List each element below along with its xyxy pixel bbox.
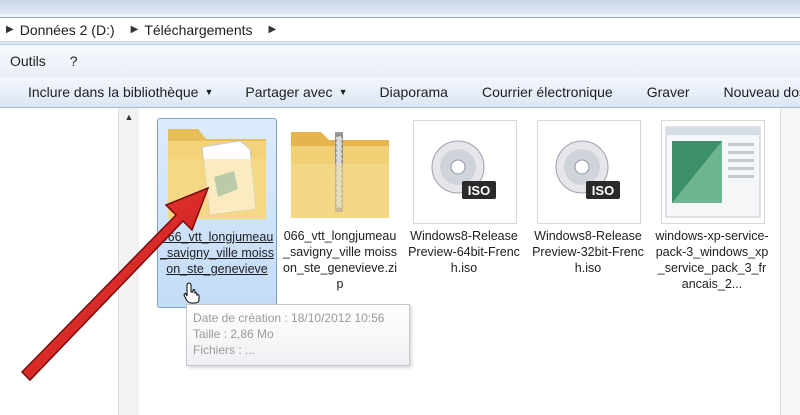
document-thumbnail-icon — [665, 126, 761, 218]
tooltip-size: Taille : 2,86 Mo — [193, 327, 274, 341]
file-name: Windows8-ReleasePreview-32bit-French.iso — [532, 229, 644, 275]
include-in-library-label: Inclure dans la bibliothèque — [28, 84, 199, 100]
address-bar: ▶ Données 2 (D:) ▶ Téléchargements ▶ — [0, 14, 800, 45]
file-list-pane[interactable]: 066_vtt_longjumeau_savigny_ville moisson… — [139, 108, 800, 415]
email-button[interactable]: Courrier électronique — [470, 84, 625, 100]
hand-cursor-icon — [183, 282, 200, 304]
dropdown-arrow-icon: ▼ — [204, 87, 214, 97]
file-item-folder[interactable]: 066_vtt_longjumeau_savigny_ville moisson… — [157, 118, 277, 308]
navigation-pane[interactable] — [0, 108, 119, 415]
include-in-library-button[interactable]: Inclure dans la bibliothèque ▼ — [16, 84, 225, 100]
menu-bar: Outils ? — [0, 45, 800, 78]
dropdown-arrow-icon: ▼ — [338, 87, 348, 97]
breadcrumb-downloads[interactable]: Téléchargements — [144, 22, 252, 38]
navigation-scrollbar[interactable]: ▲ — [118, 108, 140, 415]
file-name: Windows8-ReleasePreview-64bit-French.iso — [408, 229, 520, 275]
breadcrumb-drive[interactable]: Données 2 (D:) — [20, 22, 115, 38]
iso-label: ISO — [592, 183, 614, 198]
file-info-tooltip: Date de création : 18/10/2012 10:56 Tail… — [186, 304, 410, 366]
tooltip-created: Date de création : 18/10/2012 10:56 — [193, 311, 385, 325]
file-item-iso-64[interactable]: ISO Windows8-ReleasePreview-64bit-French… — [405, 118, 523, 306]
file-name: 066_vtt_longjumeau_savigny_ville moisson… — [160, 230, 274, 276]
address-field[interactable]: ▶ Données 2 (D:) ▶ Téléchargements ▶ — [0, 17, 800, 42]
iso-disc-icon: ISO — [431, 140, 496, 199]
new-folder-button[interactable]: Nouveau dossi — [712, 84, 800, 100]
share-with-label: Partager avec — [245, 84, 333, 100]
share-with-button[interactable]: Partager avec ▼ — [233, 84, 359, 100]
scroll-up-arrow-icon[interactable]: ▲ — [119, 112, 139, 122]
menu-help[interactable]: ? — [70, 53, 78, 69]
file-name: windows-xp-service-pack-3_windows_xp_ser… — [655, 229, 769, 291]
file-item-iso-32[interactable]: ISO Windows8-ReleasePreview-32bit-French… — [529, 118, 647, 306]
thumbnail-frame: ISO — [537, 120, 641, 224]
thumbnail-frame — [661, 120, 765, 224]
content-scrollbar[interactable] — [780, 108, 800, 415]
breadcrumb-arrow-icon[interactable]: ▶ — [6, 24, 14, 35]
iso-label: ISO — [468, 183, 490, 198]
slideshow-button[interactable]: Diaporama — [367, 84, 459, 100]
menu-tools[interactable]: Outils — [10, 53, 46, 69]
zip-folder-icon — [291, 132, 389, 218]
tooltip-files: Fichiers : ... — [193, 343, 256, 357]
burn-button[interactable]: Graver — [635, 84, 702, 100]
folder-with-document-icon — [168, 129, 266, 219]
command-bar: Inclure dans la bibliothèque ▼ Partager … — [0, 77, 800, 108]
thumbnail-frame: ISO — [413, 120, 517, 224]
file-name: 066_vtt_longjumeau_savigny_ville moisson… — [283, 229, 397, 291]
file-item-xp-sp3[interactable]: windows-xp-service-pack-3_windows_xp_ser… — [653, 118, 771, 306]
file-item-zip[interactable]: 066_vtt_longjumeau_savigny_ville moisson… — [281, 118, 399, 306]
iso-disc-icon: ISO — [555, 140, 620, 199]
window-top-edge — [0, 0, 800, 14]
breadcrumb-arrow-icon[interactable]: ▶ — [269, 24, 277, 35]
breadcrumb-arrow-icon[interactable]: ▶ — [131, 24, 139, 35]
